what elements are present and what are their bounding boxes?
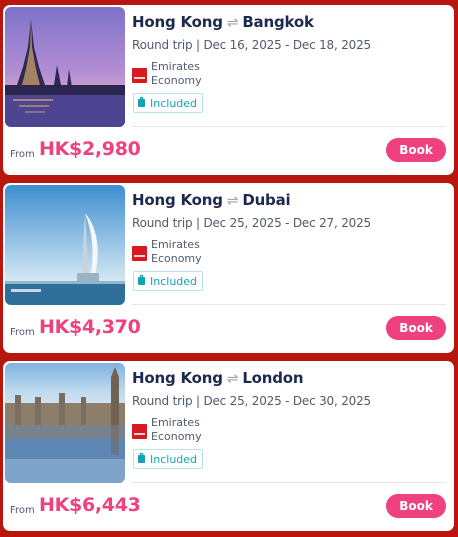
airline-name: Emirates <box>151 416 200 429</box>
baggage-label: Included <box>150 452 198 466</box>
emirates-logo-icon <box>132 68 147 83</box>
trip-details: Round trip | Dec 16, 2025 - Dec 18, 2025 <box>132 38 371 52</box>
origin-city: Hong Kong <box>132 191 223 209</box>
origin-city: Hong Kong <box>132 13 223 31</box>
flight-deal-card[interactable]: Hong Kong ⇌ Bangkok Round trip | Dec 16, 2… <box>3 5 454 175</box>
trip-details: Round trip | Dec 25, 2025 - Dec 27, 2025 <box>132 216 371 230</box>
origin-city: Hong Kong <box>132 369 223 387</box>
divider <box>132 482 446 483</box>
price: HK$6,443 <box>39 494 141 516</box>
divider <box>132 304 446 305</box>
destination-photo[interactable] <box>5 363 125 483</box>
bangkok-temple-photo <box>5 7 125 127</box>
swap-arrows-icon: ⇌ <box>226 371 239 387</box>
destination-city: Dubai <box>242 191 291 209</box>
london-parliament-photo <box>5 363 125 483</box>
swap-arrows-icon: ⇌ <box>226 15 239 31</box>
baggage-badge: Included <box>133 93 204 113</box>
swap-arrows-icon: ⇌ <box>226 193 239 209</box>
baggage-badge: Included <box>133 271 204 291</box>
book-button[interactable]: Book <box>386 316 446 340</box>
price: HK$2,980 <box>39 138 141 160</box>
from-label: From <box>10 149 35 160</box>
emirates-logo-icon <box>132 246 147 261</box>
from-label: From <box>10 327 35 338</box>
price: HK$4,370 <box>39 316 141 338</box>
baggage-badge: Included <box>133 449 204 469</box>
route-title: Hong Kong ⇌ London <box>132 369 304 387</box>
baggage-label: Included <box>150 96 198 110</box>
from-label: From <box>10 505 35 516</box>
emirates-logo-icon <box>132 424 147 439</box>
cabin-class: Economy <box>151 252 202 265</box>
destination-city: London <box>242 369 304 387</box>
destination-photo[interactable] <box>5 185 125 305</box>
destination-city: Bangkok <box>242 13 314 31</box>
luggage-icon <box>138 453 145 463</box>
book-button[interactable]: Book <box>386 494 446 518</box>
cabin-class: Economy <box>151 430 202 443</box>
airline-name: Emirates <box>151 238 200 251</box>
route-title: Hong Kong ⇌ Dubai <box>132 191 291 209</box>
dubai-burj-al-arab-photo <box>5 185 125 305</box>
flight-deal-card[interactable]: Hong Kong ⇌ London Round trip | Dec 25, 20… <box>3 361 454 531</box>
luggage-icon <box>138 275 145 285</box>
airline-name: Emirates <box>151 60 200 73</box>
flight-deal-card[interactable]: Hong Kong ⇌ Dubai Round trip | Dec 25, 202… <box>3 183 454 353</box>
luggage-icon <box>138 97 145 107</box>
cabin-class: Economy <box>151 74 202 87</box>
divider <box>132 126 446 127</box>
route-title: Hong Kong ⇌ Bangkok <box>132 13 314 31</box>
destination-photo[interactable] <box>5 7 125 127</box>
baggage-label: Included <box>150 274 198 288</box>
book-button[interactable]: Book <box>386 138 446 162</box>
trip-details: Round trip | Dec 25, 2025 - Dec 30, 2025 <box>132 394 371 408</box>
